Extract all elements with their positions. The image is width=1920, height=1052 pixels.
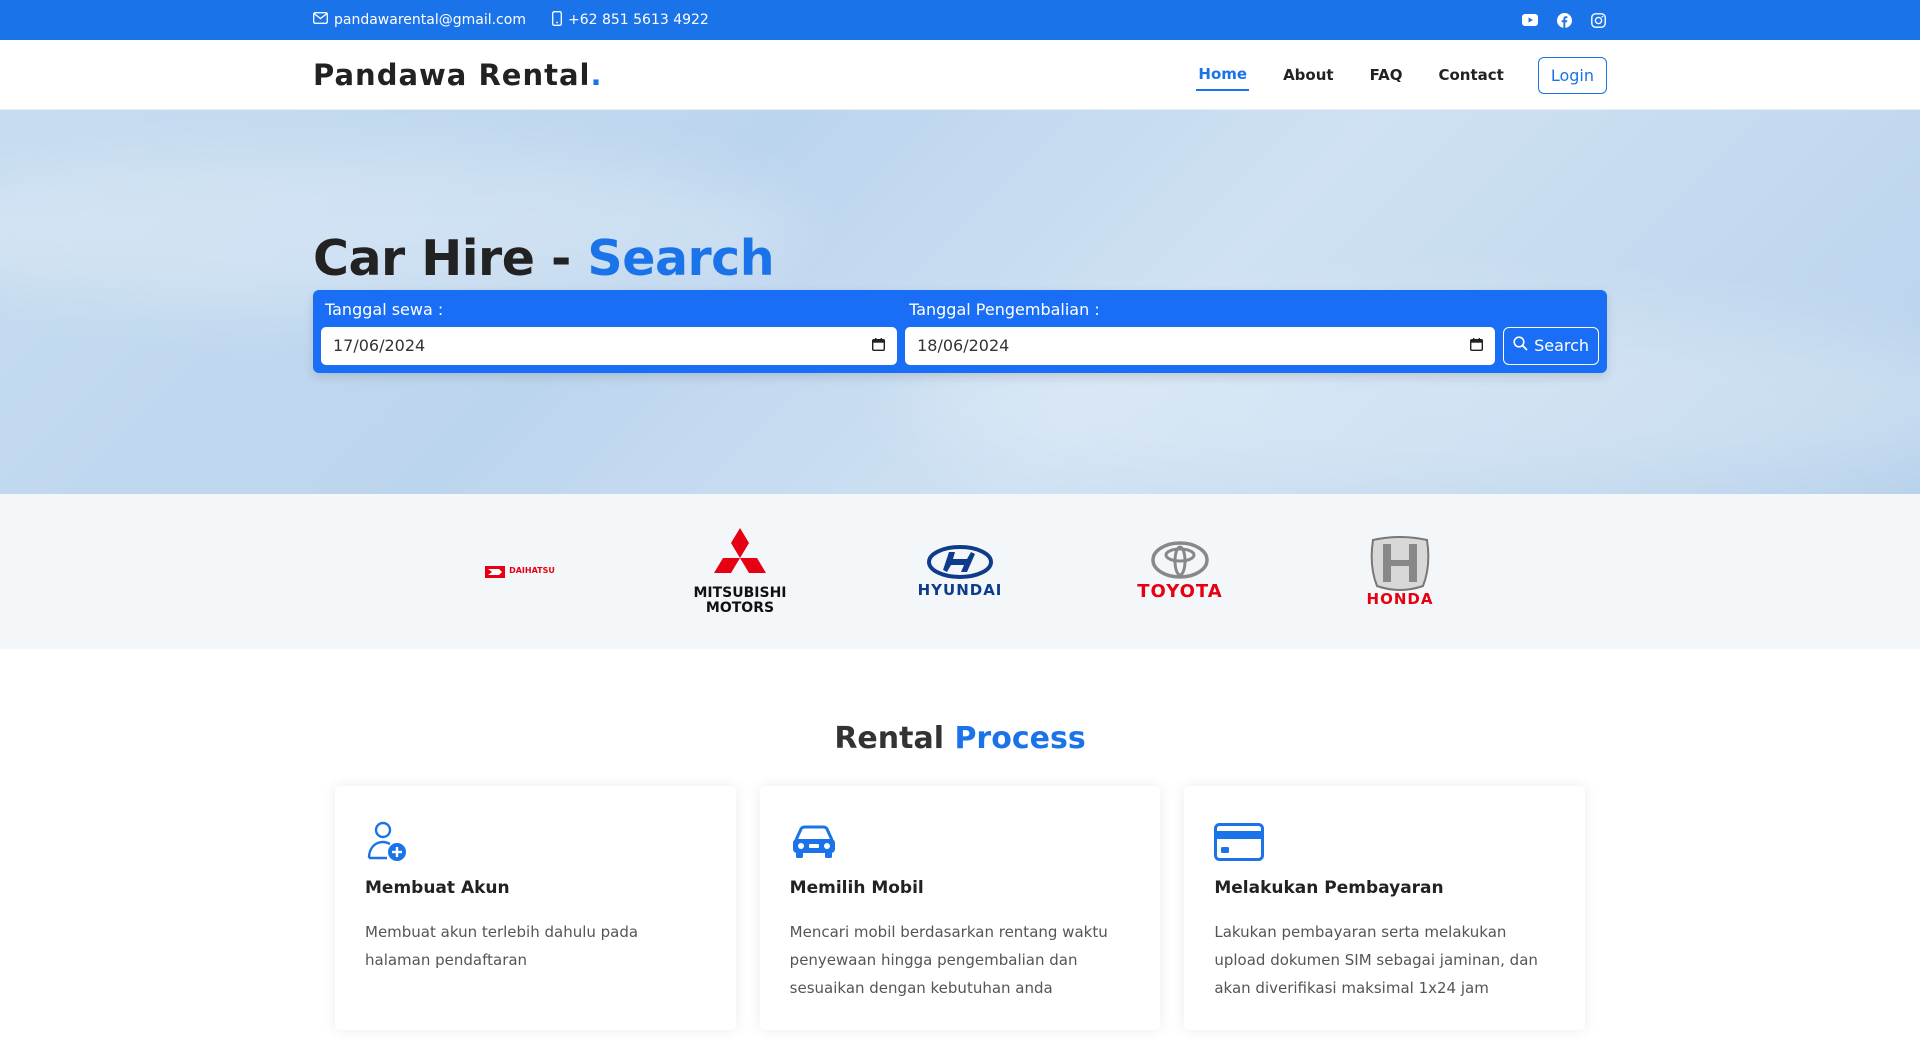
card-title: Memilih Mobil <box>789 878 924 898</box>
calendar-icon[interactable] <box>872 336 886 355</box>
card-text: Lakukan pembayaran serta melakukan uploa… <box>1214 923 1538 997</box>
youtube-icon[interactable] <box>1521 11 1539 29</box>
process-card: Membuat Akun Membuat akun terlebih dahul… <box>335 786 736 1030</box>
nav-link-faq[interactable]: FAQ <box>1368 60 1405 90</box>
brand-logo[interactable]: Pandawa Rental. <box>313 58 603 92</box>
email-contact[interactable]: pandawarental@gmail.com <box>313 12 526 28</box>
rent-date-input[interactable]: 17/06/2024 <box>321 326 898 365</box>
instagram-icon[interactable] <box>1589 11 1607 29</box>
process-card: Melakukan Pembayaran Lakukan pembayaran … <box>1184 786 1586 1030</box>
email-text: pandawarental@gmail.com <box>334 12 526 28</box>
hyundai-logo: HYUNDAI <box>905 522 1015 622</box>
section-title-main: Rental <box>834 721 955 756</box>
section-title: Rental Process <box>0 721 1920 756</box>
rent-date-value: 17/06/2024 <box>333 336 426 356</box>
nav-menu: Home About FAQ Contact Login <box>1196 56 1607 94</box>
envelope-icon <box>313 12 328 28</box>
hero-title-accent: Search <box>587 230 775 287</box>
search-button[interactable]: Search <box>1503 326 1599 365</box>
card-text: Membuat akun terlebih dahulu pada halama… <box>365 923 639 969</box>
user-plus-icon <box>365 818 706 866</box>
daihatsu-text: DAIHATSU <box>509 566 555 576</box>
toyota-logo: TOYOTA <box>1125 522 1235 622</box>
nav-link-home[interactable]: Home <box>1196 59 1250 91</box>
phone-icon <box>552 10 562 30</box>
return-date-field: Tanggal Pengembalian : 18/06/2024 <box>905 298 1496 365</box>
login-button[interactable]: Login <box>1537 56 1607 94</box>
return-date-label: Tanggal Pengembalian : <box>909 299 1100 319</box>
hero-section: Car Hire - Search Tanggal sewa : 17/06/2… <box>0 110 1920 494</box>
search-button-label: Search <box>1534 336 1590 356</box>
hero-title: Car Hire - Search <box>313 232 1607 286</box>
honda-logo: HONDA <box>1345 522 1455 622</box>
return-date-value: 18/06/2024 <box>917 336 1010 356</box>
section-title-accent: Process <box>954 721 1086 756</box>
nav-link-contact[interactable]: Contact <box>1436 60 1505 90</box>
rental-process-section: Rental Process Membuat Akun Membuat akun… <box>0 649 1920 1030</box>
car-icon <box>790 818 1131 866</box>
rent-date-field: Tanggal sewa : 17/06/2024 <box>321 298 898 365</box>
brand-dot: . <box>590 58 603 92</box>
card-title: Melakukan Pembayaran <box>1214 878 1444 898</box>
credit-card-icon <box>1214 818 1555 866</box>
rent-date-label: Tanggal sewa : <box>325 299 444 319</box>
process-card: Memilih Mobil Mencari mobil berdasarkan … <box>759 786 1161 1030</box>
phone-text: +62 851 5613 4922 <box>567 12 709 28</box>
mitsubishi-text: MITSUBISHI MOTORS <box>693 584 787 616</box>
return-date-input[interactable]: 18/06/2024 <box>905 326 1496 365</box>
phone-contact[interactable]: +62 851 5613 4922 <box>552 10 709 30</box>
calendar-icon[interactable] <box>1470 336 1484 355</box>
card-text: Mencari mobil berdasarkan rentang waktu … <box>789 923 1108 997</box>
daihatsu-logo: DAIHATSU <box>465 522 575 622</box>
search-icon <box>1513 336 1528 355</box>
hyundai-text: HYUNDAI <box>917 580 1003 599</box>
toyota-text: TOYOTA <box>1137 581 1223 603</box>
navbar: Pandawa Rental. Home About FAQ Contact L… <box>0 40 1920 110</box>
search-form: Tanggal sewa : 17/06/2024 Tanggal Pengem… <box>313 289 1607 373</box>
brand-logos-section: DAIHATSU MITSUBISHI MOTORS HYUNDAI TOYOT… <box>0 494 1920 649</box>
facebook-icon[interactable] <box>1555 11 1573 29</box>
mitsubishi-logo: MITSUBISHI MOTORS <box>685 522 795 622</box>
brand-name: Pandawa Rental <box>313 58 591 92</box>
honda-text: HONDA <box>1366 589 1434 608</box>
hero-title-main: Car Hire - <box>313 230 588 287</box>
top-bar: pandawarental@gmail.com +62 851 5613 492… <box>0 0 1920 40</box>
card-title: Membuat Akun <box>365 878 510 898</box>
nav-link-about[interactable]: About <box>1281 60 1336 90</box>
